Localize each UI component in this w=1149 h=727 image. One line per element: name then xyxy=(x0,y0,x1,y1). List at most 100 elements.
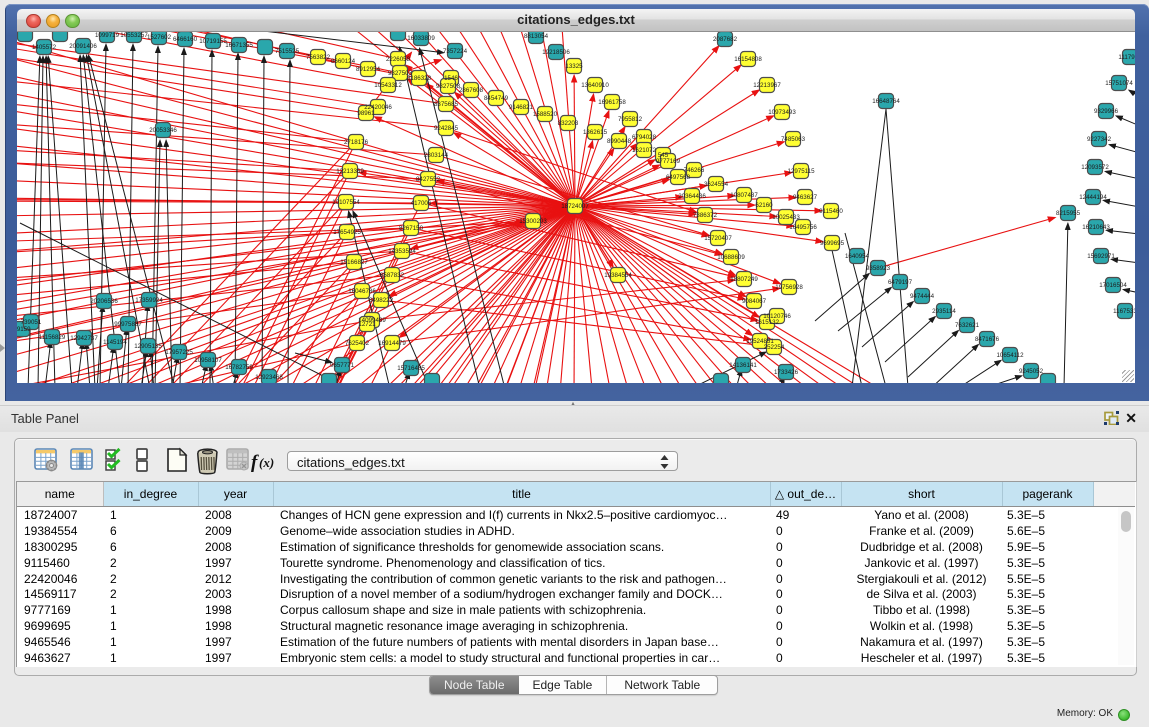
svg-text:7563822: 7563822 xyxy=(306,54,331,61)
svg-text:10958107: 10958107 xyxy=(194,357,222,364)
svg-text:19384554: 19384554 xyxy=(604,272,632,279)
svg-text:1145194: 1145194 xyxy=(103,339,127,346)
svg-text:10719155: 10719155 xyxy=(199,38,227,45)
svg-text:15692971: 15692971 xyxy=(1087,253,1115,260)
svg-text:252254: 252254 xyxy=(764,344,785,351)
svg-text:1733426: 1733426 xyxy=(774,369,799,376)
svg-text:18807249: 18807249 xyxy=(730,276,758,283)
svg-text:8587832: 8587832 xyxy=(380,272,405,279)
svg-text:10025433: 10025433 xyxy=(772,214,800,221)
svg-text:39159: 39159 xyxy=(17,326,31,333)
svg-text:9777169: 9777169 xyxy=(656,158,681,165)
svg-text:10553257: 10553257 xyxy=(120,32,148,39)
svg-text:746266: 746266 xyxy=(684,167,705,174)
svg-text:19756928: 19756928 xyxy=(775,284,803,291)
svg-text:16648764: 16648764 xyxy=(872,98,900,105)
svg-text:10688609: 10688609 xyxy=(717,254,745,261)
svg-text:16671355: 16671355 xyxy=(225,42,253,49)
svg-text:12942737: 12942737 xyxy=(70,335,98,342)
svg-text:8427552: 8427552 xyxy=(416,176,441,183)
svg-text:12093572: 12093572 xyxy=(1081,164,1109,171)
svg-text:16782759: 16782759 xyxy=(225,364,253,371)
svg-text:14353594: 14353594 xyxy=(388,248,416,255)
svg-text:12975115: 12975115 xyxy=(787,168,815,175)
svg-text:1640954: 1640954 xyxy=(845,253,870,260)
svg-text:3624554: 3624554 xyxy=(704,181,729,188)
svg-text:10654112: 10654112 xyxy=(996,352,1024,359)
svg-text:17654925: 17654925 xyxy=(333,229,361,236)
svg-text:10973493: 10973493 xyxy=(768,109,796,116)
svg-text:15751074: 15751074 xyxy=(1105,80,1133,87)
svg-text:417006: 417006 xyxy=(411,200,432,207)
svg-text:7632621: 7632621 xyxy=(955,322,980,329)
svg-text:f: f xyxy=(251,452,259,473)
svg-text:20053346: 20053346 xyxy=(149,127,177,134)
svg-text:8454749: 8454749 xyxy=(484,95,509,102)
svg-text:17359924: 17359924 xyxy=(135,297,163,304)
svg-text:8375685: 8375685 xyxy=(434,101,459,108)
svg-text:1588520: 1588520 xyxy=(533,111,558,118)
svg-text:19218506: 19218506 xyxy=(542,49,570,56)
svg-text:1405572: 1405572 xyxy=(32,44,57,51)
svg-text:739051: 739051 xyxy=(21,319,42,326)
svg-text:9115460: 9115460 xyxy=(819,208,843,215)
svg-text:62160: 62160 xyxy=(755,202,773,209)
svg-text:16046786: 16046786 xyxy=(348,288,376,295)
svg-text:2226058: 2226058 xyxy=(386,56,411,63)
svg-text:9227342: 9227342 xyxy=(1087,136,1112,143)
svg-text:16495756: 16495756 xyxy=(789,224,817,231)
svg-text:8813054: 8813054 xyxy=(524,33,549,40)
svg-text:2803144: 2803144 xyxy=(424,152,449,159)
svg-text:1621072: 1621072 xyxy=(632,147,657,154)
svg-text:10107554: 10107554 xyxy=(332,199,360,206)
svg-text:3498222: 3498222 xyxy=(369,297,394,304)
svg-text:1117934: 1117934 xyxy=(1118,54,1135,61)
svg-text:1167533: 1167533 xyxy=(1113,308,1135,315)
svg-text:8660124: 8660124 xyxy=(331,58,356,65)
svg-text:1099719: 1099719 xyxy=(95,32,120,39)
svg-text:9242845: 9242845 xyxy=(434,125,459,132)
svg-text:1615132: 1615132 xyxy=(755,319,780,326)
svg-text:8186328: 8186328 xyxy=(407,75,432,82)
svg-text:8990448: 8990448 xyxy=(607,138,632,145)
svg-text:2718176: 2718176 xyxy=(344,139,369,146)
svg-text:99975887: 99975887 xyxy=(114,321,142,328)
svg-text:8912954: 8912954 xyxy=(356,66,381,73)
svg-text:12213967: 12213967 xyxy=(753,82,781,89)
svg-text:10120746: 10120746 xyxy=(763,313,791,320)
svg-text:9474444: 9474444 xyxy=(910,293,935,300)
svg-text:7357224: 7357224 xyxy=(443,48,468,55)
svg-text:6466160: 6466160 xyxy=(173,36,198,43)
svg-text:18724007: 18724007 xyxy=(561,203,589,210)
svg-text:20091406: 20091406 xyxy=(69,43,97,50)
svg-text:9146821: 9146821 xyxy=(509,104,534,111)
svg-text:2087682: 2087682 xyxy=(713,36,738,43)
svg-text:13325: 13325 xyxy=(565,63,583,70)
svg-text:16914479: 16914479 xyxy=(378,340,406,347)
svg-text:7515525: 7515525 xyxy=(275,48,300,55)
svg-text:1527602: 1527602 xyxy=(147,34,172,41)
svg-text:6497568: 6497568 xyxy=(666,174,691,181)
svg-text:9657771: 9657771 xyxy=(330,362,355,369)
svg-text:12444194: 12444194 xyxy=(1079,194,1107,201)
svg-text:(x): (x) xyxy=(259,455,274,470)
svg-text:8267150: 8267150 xyxy=(399,225,424,232)
svg-text:9084067: 9084067 xyxy=(742,298,767,305)
svg-text:12721: 12721 xyxy=(358,321,376,328)
svg-text:9699695: 9699695 xyxy=(820,240,845,247)
svg-text:12213369: 12213369 xyxy=(336,168,364,175)
svg-text:8471676: 8471676 xyxy=(975,336,1000,343)
svg-text:11156829: 11156829 xyxy=(39,334,66,341)
svg-text:16210643: 16210643 xyxy=(1082,224,1110,231)
svg-text:8215955: 8215955 xyxy=(1056,210,1081,217)
svg-text:16154808: 16154808 xyxy=(734,56,762,63)
svg-text:12923468: 12923468 xyxy=(255,374,283,381)
svg-text:15716485: 15716485 xyxy=(397,365,425,372)
svg-text:20206536: 20206536 xyxy=(90,298,118,305)
svg-text:1362615: 1362615 xyxy=(583,129,608,136)
svg-text:15166827: 15166827 xyxy=(340,259,368,266)
svg-text:12905135: 12905135 xyxy=(134,343,162,350)
svg-text:6794028: 6794028 xyxy=(632,134,657,141)
svg-text:6479197: 6479197 xyxy=(888,279,913,286)
svg-text:17957225: 17957225 xyxy=(165,349,193,356)
